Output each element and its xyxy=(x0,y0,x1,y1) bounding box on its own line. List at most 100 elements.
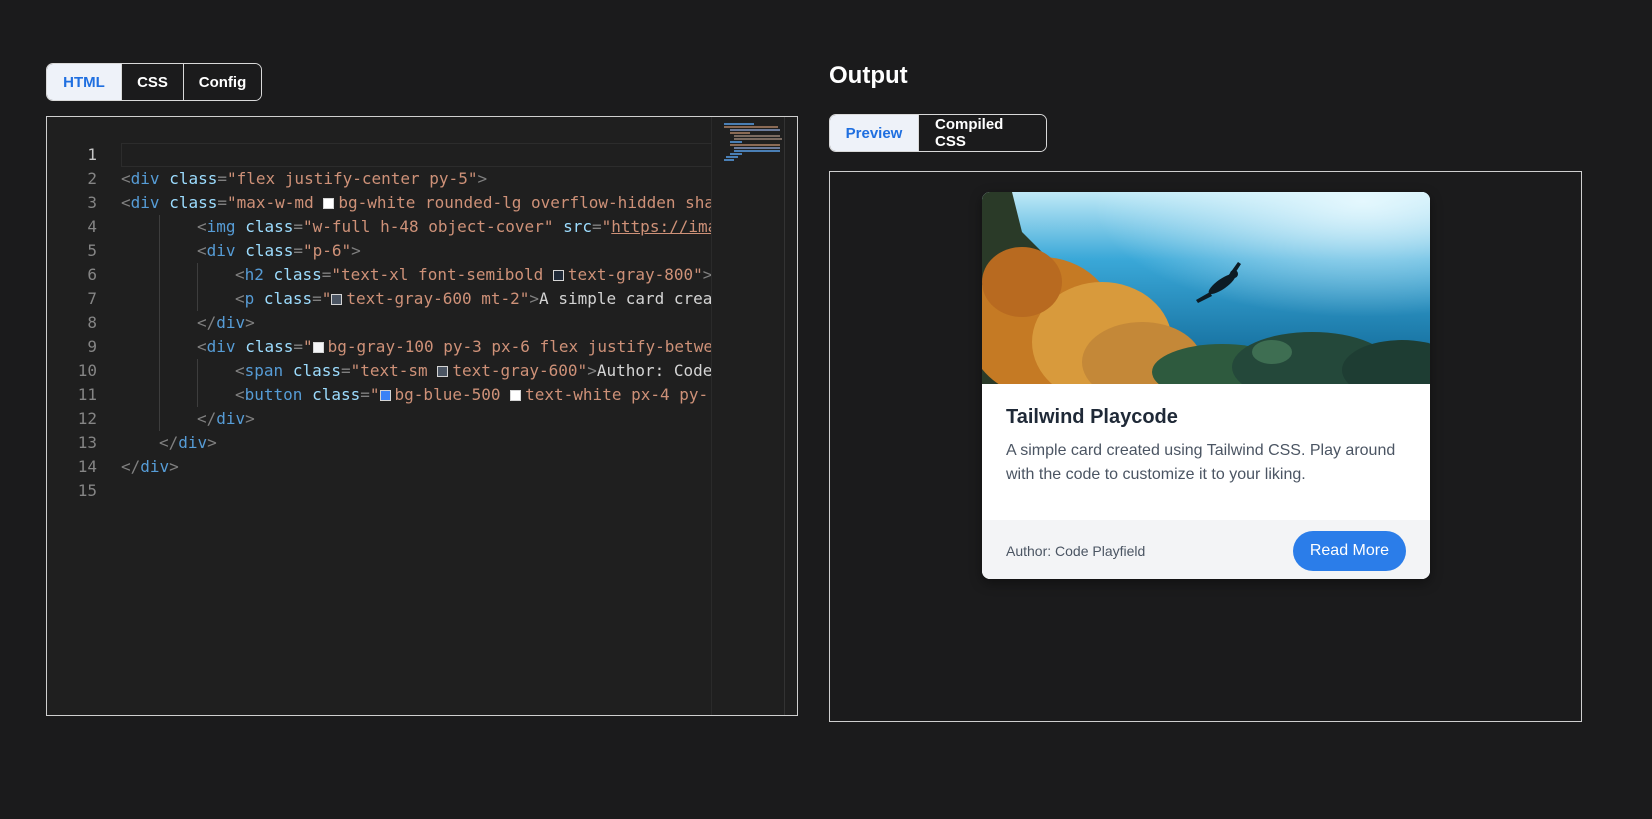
color-swatch[interactable] xyxy=(379,390,391,401)
code-token: > xyxy=(245,313,255,332)
line-number-gutter: 1 2 3 4 5 6 7 8 9 10 11 12 13 14 15 xyxy=(47,143,97,503)
line-number: 8 xyxy=(87,313,97,332)
tab-html[interactable]: HTML xyxy=(47,64,121,100)
line-number: 12 xyxy=(77,409,97,428)
color-swatch[interactable] xyxy=(331,294,343,305)
line-number: 11 xyxy=(77,385,97,404)
code-line: <p class=" text-gray-600 mt-2">A simple c… xyxy=(121,287,759,311)
code-token: class xyxy=(245,241,294,260)
code-token: </ xyxy=(159,433,179,452)
code-content[interactable]: <div class="flex justify-center py-5"> <d… xyxy=(121,143,759,703)
code-token: = xyxy=(293,217,303,236)
code-token: < xyxy=(235,289,245,308)
line-number: 6 xyxy=(87,265,97,284)
tab-compiled-css[interactable]: Compiled CSS xyxy=(918,115,1046,151)
code-line: <img class="w-full h-48 object-cover" sr… xyxy=(121,215,759,239)
code-token: class xyxy=(292,361,341,380)
line-number: 1 xyxy=(87,145,97,164)
code-line: </div> xyxy=(121,311,759,335)
code-line: </div> xyxy=(121,455,759,479)
code-token: Author: Code xyxy=(596,361,713,380)
vertical-scrollbar[interactable] xyxy=(784,117,785,715)
code-token: < xyxy=(121,169,131,188)
code-token: text-white px-4 py- xyxy=(525,385,709,404)
code-token: text-gray-600 mt-2" xyxy=(346,289,530,308)
code-token: class xyxy=(245,337,294,356)
code-token: text-gray-800" xyxy=(567,265,703,284)
preview-pane: Tailwind Playcode A simple card created … xyxy=(829,171,1582,722)
code-line: <div class="flex justify-center py-5"> xyxy=(121,167,759,191)
line-number: 2 xyxy=(87,169,97,188)
code-token: </ xyxy=(197,313,217,332)
code-token: src xyxy=(563,217,592,236)
code-token: class xyxy=(169,169,218,188)
code-token: </ xyxy=(197,409,217,428)
line-number: 10 xyxy=(77,361,97,380)
code-token: div xyxy=(216,409,246,428)
code-token: > xyxy=(169,457,179,476)
editor-tab-bar: HTML CSS Config xyxy=(46,63,262,101)
code-token: = xyxy=(293,241,303,260)
code-token: = xyxy=(217,193,227,212)
code-line: <button class=" bg-blue-500 text-white px… xyxy=(121,383,759,407)
code-token: class xyxy=(312,385,361,404)
read-more-button[interactable]: Read More xyxy=(1292,531,1406,571)
code-line: <h2 class="text-xl font-semibold text-gr… xyxy=(121,263,759,287)
tab-preview[interactable]: Preview xyxy=(830,115,918,151)
color-swatch[interactable] xyxy=(552,270,564,281)
color-swatch[interactable] xyxy=(510,390,522,401)
code-token: > xyxy=(207,433,217,452)
code-line: <span class="text-sm text-gray-600">Auth… xyxy=(121,359,759,383)
code-token: div xyxy=(178,433,208,452)
card-description: A simple card created using Tailwind CSS… xyxy=(1006,442,1396,483)
code-token: < xyxy=(197,337,207,356)
code-editor[interactable]: 1 2 3 4 5 6 7 8 9 10 11 12 13 14 15 <div class="flex j… xyxy=(46,116,798,716)
code-token: class xyxy=(169,193,218,212)
code-token: div xyxy=(206,241,236,260)
code-token: > xyxy=(587,361,597,380)
code-token: div xyxy=(206,337,236,356)
code-token: "p-6" xyxy=(303,241,352,260)
code-token: < xyxy=(121,193,131,212)
code-token: = xyxy=(360,385,370,404)
color-swatch[interactable] xyxy=(323,198,335,209)
line-number: 3 xyxy=(87,193,97,212)
code-token: h2 xyxy=(244,265,264,284)
line-number: 13 xyxy=(77,433,97,452)
color-swatch[interactable] xyxy=(312,342,324,353)
code-token: "w-full h-48 object-cover" xyxy=(303,217,554,236)
card-author: Author: Code Playfield xyxy=(1006,543,1146,559)
line-number: 14 xyxy=(77,457,97,476)
code-token: "max-w-md xyxy=(227,193,324,212)
code-token: img xyxy=(206,217,236,236)
card-body: Tailwind Playcode A simple card created … xyxy=(982,384,1430,520)
tab-config[interactable]: Config xyxy=(183,64,261,100)
line-number: 9 xyxy=(87,337,97,356)
card-footer: Author: Code Playfield Read More xyxy=(982,520,1430,579)
line-number: 7 xyxy=(87,289,97,308)
code-token: " xyxy=(369,385,380,404)
color-swatch[interactable] xyxy=(437,366,449,377)
tab-css[interactable]: CSS xyxy=(121,64,183,100)
output-title: Output xyxy=(829,62,908,89)
code-token: = xyxy=(293,337,303,356)
preview-card: Tailwind Playcode A simple card created … xyxy=(982,192,1430,579)
code-token: https://ima xyxy=(611,217,718,236)
code-token: > xyxy=(351,241,361,260)
line-number: 15 xyxy=(77,481,97,500)
code-token: bg-blue-500 xyxy=(394,385,511,404)
code-token: < xyxy=(235,265,245,284)
code-token: " xyxy=(303,337,313,356)
code-token: class xyxy=(245,217,294,236)
code-token: > xyxy=(245,409,255,428)
code-token: button xyxy=(244,385,303,404)
code-token: p xyxy=(244,289,255,308)
